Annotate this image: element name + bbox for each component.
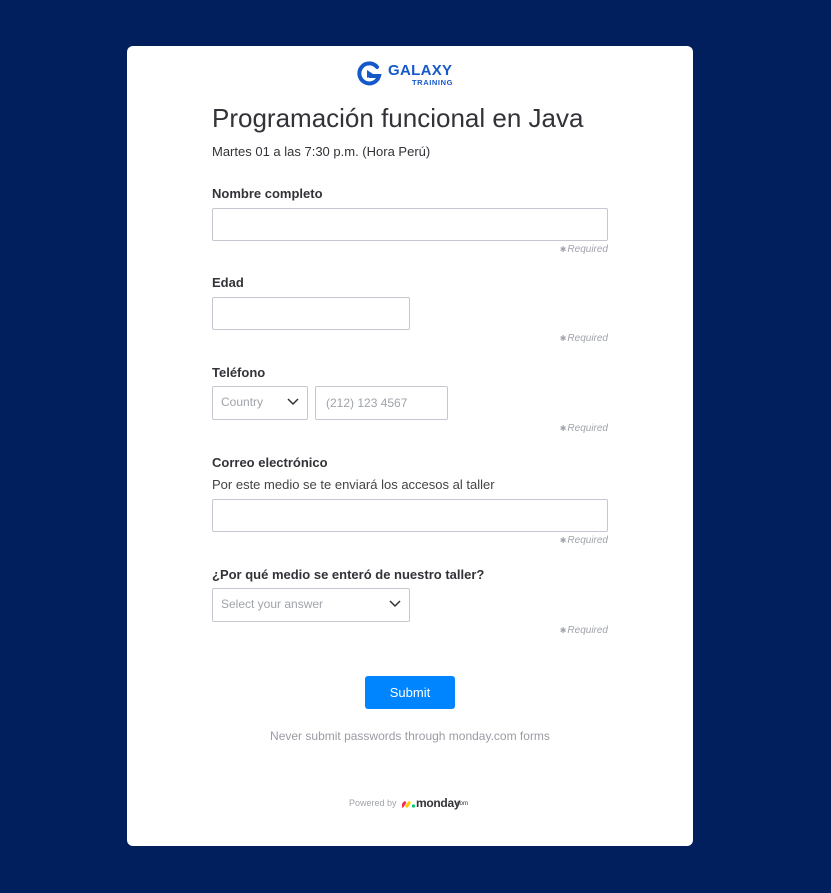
logo-wordmark: GALAXY xyxy=(388,62,453,79)
required-hint: ✱Required xyxy=(559,535,608,546)
monday-wordmark: monday xyxy=(416,796,461,810)
chevron-down-icon xyxy=(389,600,401,608)
form-card: GALAXY TRAINING Programación funcional e… xyxy=(127,46,693,846)
required-hint: ✱Required xyxy=(559,625,608,636)
required-hint: ✱Required xyxy=(559,333,608,344)
source-label: ¿Por qué medio se enteró de nuestro tall… xyxy=(212,567,485,582)
source-select[interactable]: Select your answer xyxy=(212,588,410,622)
country-placeholder: Country xyxy=(221,395,264,409)
phone-number-input[interactable]: (212) 123 4567 xyxy=(315,386,448,420)
age-input[interactable] xyxy=(212,297,410,330)
name-label: Nombre completo xyxy=(212,186,323,201)
required-hint: ✱Required xyxy=(559,423,608,434)
chevron-down-icon xyxy=(287,398,299,406)
powered-by-label: Powered by xyxy=(349,798,397,808)
form-subtitle: Martes 01 a las 7:30 p.m. (Hora Perú) xyxy=(212,144,431,159)
galaxy-logo: GALAXY TRAINING xyxy=(355,59,465,89)
age-label: Edad xyxy=(212,275,244,290)
email-description: Por este medio se te enviará los accesos… xyxy=(212,477,495,492)
logo-subtext: TRAINING xyxy=(412,78,454,87)
monday-suffix: .com xyxy=(455,801,469,807)
required-hint: ✱Required xyxy=(559,244,608,255)
phone-label: Teléfono xyxy=(212,365,266,380)
source-placeholder: Select your answer xyxy=(221,597,324,611)
phone-placeholder: (212) 123 4567 xyxy=(326,396,408,410)
email-input[interactable] xyxy=(212,499,608,532)
email-label: Correo electrónico xyxy=(212,455,328,470)
password-warning: Never submit passwords through monday.co… xyxy=(270,729,550,743)
name-input[interactable] xyxy=(212,208,608,241)
galaxy-logo-icon xyxy=(357,61,382,86)
country-select[interactable]: Country xyxy=(212,386,308,420)
monday-logo-icon xyxy=(402,801,416,808)
submit-button[interactable]: Submit xyxy=(365,676,455,709)
form-title: Programación funcional en Java xyxy=(212,103,584,133)
